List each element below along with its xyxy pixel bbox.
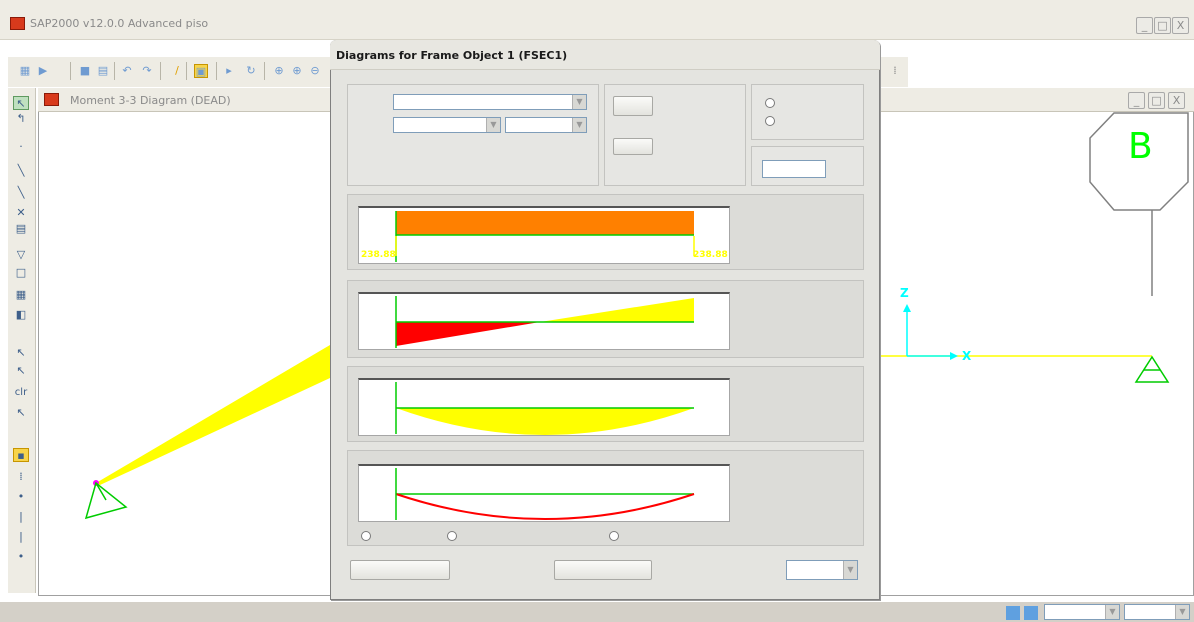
right-reaction-label: 238.88 bbox=[693, 250, 728, 260]
coordinate-system-dropdown[interactable]: ▼ bbox=[1044, 604, 1120, 620]
units-select[interactable]: ▼ bbox=[786, 560, 858, 580]
shear-negative-region bbox=[396, 322, 540, 346]
shear-plot-graphic bbox=[395, 296, 694, 348]
case-item-dropdown[interactable]: ▼ bbox=[393, 117, 501, 133]
moment-diagram-fill bbox=[96, 345, 330, 485]
loads-plot-graphic bbox=[395, 211, 695, 262]
pin-support-left-stem bbox=[95, 482, 107, 501]
deflection-radio-1[interactable] bbox=[361, 531, 371, 541]
deflection-radio-3[interactable] bbox=[609, 531, 619, 541]
grid-bubble-label: B bbox=[1128, 126, 1153, 167]
deflection-radio-2[interactable] bbox=[447, 531, 457, 541]
chevron-down-icon: ▼ bbox=[572, 95, 586, 109]
z-axis-arrow bbox=[903, 304, 911, 312]
deflection-curve bbox=[395, 493, 695, 520]
dialog-button-left[interactable] bbox=[350, 560, 450, 580]
dialog-button-center[interactable] bbox=[554, 560, 652, 580]
chevron-down-icon: ▼ bbox=[843, 561, 857, 579]
options-button-2[interactable] bbox=[613, 138, 653, 155]
chevron-down-icon: ▼ bbox=[572, 118, 586, 132]
deflection-plot-graphic bbox=[395, 468, 695, 520]
chevron-down-icon: ▼ bbox=[1175, 605, 1189, 619]
chevron-down-icon: ▼ bbox=[486, 118, 500, 132]
units-dropdown[interactable]: ▼ bbox=[1124, 604, 1190, 620]
x-axis-arrow bbox=[950, 352, 958, 360]
distributed-load-bar bbox=[396, 211, 694, 235]
shear-positive-region bbox=[540, 298, 694, 322]
moment-plot-graphic bbox=[395, 382, 694, 435]
display-group bbox=[751, 84, 864, 140]
x-axis-label: X bbox=[962, 349, 972, 363]
location-input[interactable] bbox=[762, 160, 826, 178]
pin-support-left bbox=[84, 481, 128, 520]
step-dropdown[interactable]: ▼ bbox=[505, 117, 587, 133]
chevron-down-icon: ▼ bbox=[1105, 605, 1119, 619]
display-radio-2[interactable] bbox=[765, 116, 775, 126]
z-axis-label: Z bbox=[900, 286, 909, 300]
moment-curve-fill bbox=[396, 408, 694, 435]
left-reaction-label: 238.88 bbox=[361, 250, 396, 260]
load-case-dropdown[interactable]: ▼ bbox=[393, 94, 587, 110]
display-radio-1[interactable] bbox=[765, 98, 775, 108]
next-view-icon[interactable] bbox=[1024, 606, 1038, 620]
previous-view-icon[interactable] bbox=[1006, 606, 1020, 620]
dialog-title: Diagrams for Frame Object 1 (FSEC1) bbox=[336, 49, 568, 62]
options-button-1[interactable] bbox=[613, 96, 653, 116]
